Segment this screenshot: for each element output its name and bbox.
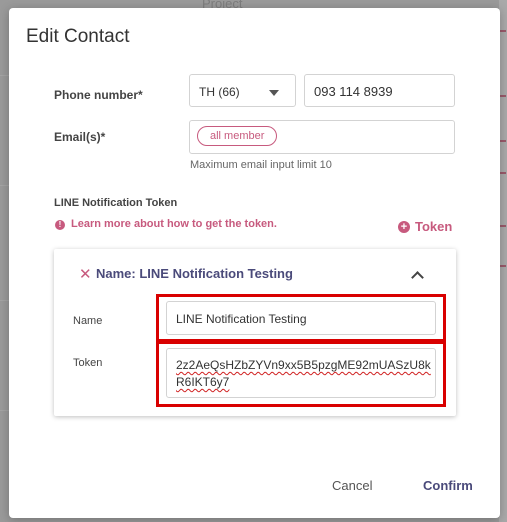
email-input[interactable]: all member bbox=[189, 120, 455, 154]
plus-circle-icon[interactable]: + bbox=[398, 221, 410, 233]
token-highlight-box bbox=[156, 341, 446, 407]
learn-more-link[interactable]: Learn more about how to get the token. bbox=[71, 218, 277, 230]
country-code-value: TH (66) bbox=[199, 85, 240, 99]
phone-number-value: 093 114 8939 bbox=[314, 84, 393, 99]
line-section-title: LINE Notification Token bbox=[54, 197, 178, 209]
phone-number-input[interactable]: 093 114 8939 bbox=[304, 74, 455, 107]
cancel-button[interactable]: Cancel bbox=[332, 478, 372, 493]
dialog-title: Edit Contact bbox=[26, 26, 130, 47]
chevron-up-icon[interactable] bbox=[411, 271, 424, 284]
close-icon[interactable]: ✕ bbox=[79, 265, 92, 283]
token-card: ✕ Name: LINE Notification Testing Name L… bbox=[54, 249, 456, 416]
token-card-title: Name: LINE Notification Testing bbox=[96, 266, 293, 281]
name-field-label: Name bbox=[73, 315, 103, 327]
add-token-button[interactable]: Token bbox=[415, 219, 452, 234]
country-code-select[interactable]: TH (66) bbox=[189, 74, 296, 107]
phone-label: Phone number* bbox=[54, 88, 143, 102]
token-field-label: Token bbox=[73, 357, 103, 369]
name-highlight-box bbox=[156, 294, 446, 342]
confirm-button[interactable]: Confirm bbox=[423, 478, 473, 493]
info-icon: ! bbox=[55, 220, 65, 230]
email-limit-hint: Maximum email input limit 10 bbox=[190, 159, 332, 171]
caret-down-icon bbox=[269, 90, 279, 96]
edit-contact-dialog: Edit Contact Phone number* TH (66) 093 1… bbox=[9, 8, 500, 518]
email-label: Email(s)* bbox=[54, 130, 106, 144]
email-chip[interactable]: all member bbox=[197, 126, 278, 146]
